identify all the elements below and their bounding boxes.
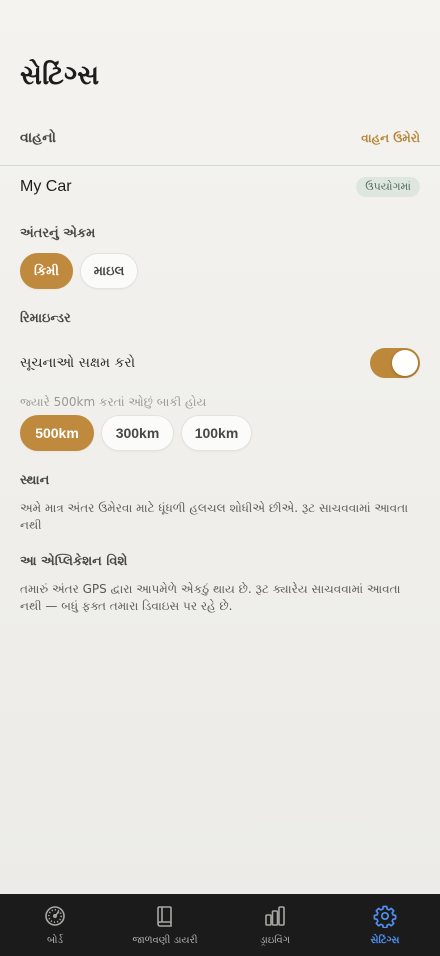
vehicles-section-label: વાહનો xyxy=(20,130,57,146)
vehicles-header: વાહનો વાહન ઉમેરો xyxy=(20,130,420,146)
vehicle-row[interactable]: My Car ઉપયોગમાં xyxy=(20,177,420,197)
divider xyxy=(0,165,440,166)
threshold-500km[interactable]: 500km xyxy=(20,415,94,451)
tab-driving-label: ડ્રાઇવિંગ xyxy=(259,935,291,946)
location-label: સ્થાન xyxy=(20,473,50,488)
location-text: અમે માત્ર અંતર ઉમેરવા માટે ધૂંધળી હલચલ શ… xyxy=(20,501,409,532)
tab-maintenance-diary[interactable]: જાળવણી ડાયરી xyxy=(110,894,220,956)
toggle-knob xyxy=(392,350,418,376)
threshold-selector: 500km 300km 100km xyxy=(20,415,252,451)
tab-board[interactable]: બોર્ડ xyxy=(0,894,110,956)
page-title: સેટિંગ્સ xyxy=(20,60,100,91)
distance-unit-label: અંતરનું એકમ xyxy=(20,226,96,241)
threshold-100km[interactable]: 100km xyxy=(181,415,252,451)
unit-option-miles[interactable]: માઇલ xyxy=(80,253,138,289)
tab-settings-label: સેટિંગ્સ xyxy=(370,935,400,946)
settings-page: સેટિંગ્સ વાહનો વાહન ઉમેરો My Car ઉપયોગમા… xyxy=(0,0,440,894)
unit-selector: કિમી માઇલ xyxy=(20,253,138,289)
book-icon xyxy=(153,904,177,932)
reminders-label: રિમાઇન્ડર xyxy=(20,311,71,326)
gauge-icon xyxy=(43,904,67,932)
threshold-hint: જ્યારે 500km કરતાં ઓછું બાકી હોય xyxy=(20,395,207,409)
about-label: આ એપ્લિકેશન વિશે xyxy=(20,554,128,569)
vehicle-name: My Car xyxy=(20,178,72,195)
add-vehicle-link[interactable]: વાહન ઉમેરો xyxy=(361,131,420,146)
threshold-300km[interactable]: 300km xyxy=(101,415,174,451)
unit-option-km[interactable]: કિમી xyxy=(20,253,73,289)
tab-maintenance-label: જાળવણી ડાયરી xyxy=(132,935,198,946)
tab-board-label: બોર્ડ xyxy=(46,935,64,946)
notifications-toggle[interactable] xyxy=(370,348,420,378)
tab-settings[interactable]: સેટિંગ્સ xyxy=(330,894,440,956)
about-text: તમારું અંતર GPS દ્વારા આપમેળે એકઠું થાય … xyxy=(20,582,401,613)
tab-driving[interactable]: ડ્રાઇવિંગ xyxy=(220,894,330,956)
tab-bar: બોર્ડ જાળવણી ડાયરી ડ્રાઇવિંગ સેટિંગ્સ xyxy=(0,894,440,956)
gear-icon xyxy=(373,904,397,932)
bars-icon xyxy=(263,904,287,932)
enable-notifications-label: સૂચનાઓ સક્ષમ કરો xyxy=(20,355,136,371)
notifications-row: સૂચનાઓ સક્ષમ કરો xyxy=(20,348,420,378)
in-use-badge: ઉપયોગમાં xyxy=(356,177,420,197)
